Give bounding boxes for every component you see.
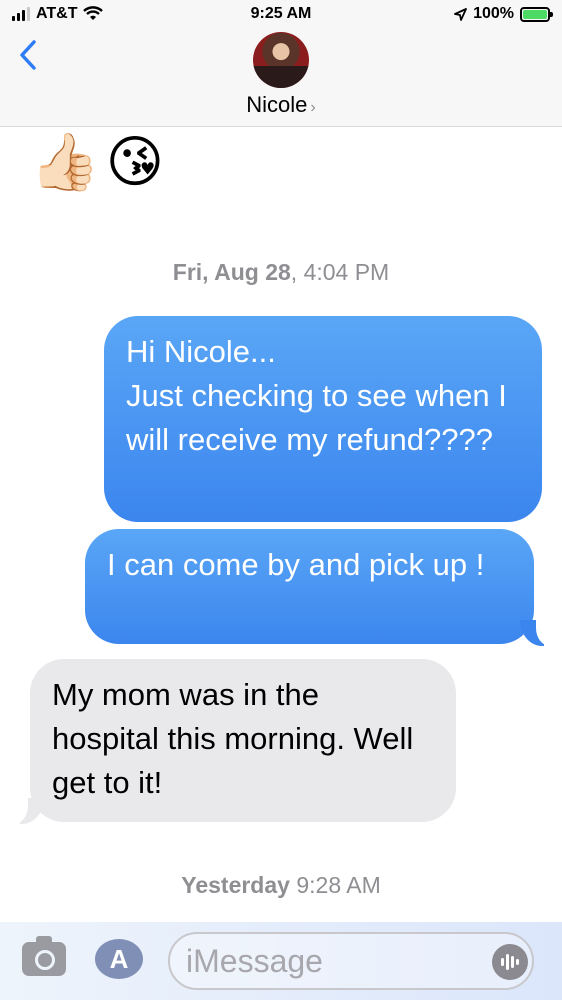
message-input-placeholder: iMessage xyxy=(186,943,323,979)
audio-waveform-icon[interactable] xyxy=(492,944,528,980)
bubble-tail xyxy=(520,620,556,646)
contact-name: Nicole xyxy=(246,92,308,117)
battery-percent: 100% xyxy=(473,5,514,22)
emoji-message[interactable]: 👍🏻 😘 xyxy=(30,130,164,194)
battery-icon xyxy=(520,6,553,22)
sent-message-bubble[interactable]: Hi Nicole... Just checking to see when I… xyxy=(104,316,542,522)
message-text: Hi Nicole... Just checking to see when I… xyxy=(126,334,507,457)
bubble-tail xyxy=(8,798,44,824)
thumbs-up-emoji: 👍🏻 xyxy=(30,130,100,193)
camera-icon[interactable] xyxy=(22,936,66,976)
message-text: My mom was in the hospital this morning.… xyxy=(52,677,414,800)
compose-bar: A iMessage xyxy=(0,922,562,1000)
timestamp-time: 4:04 PM xyxy=(303,259,390,285)
timestamp-divider: Yesterday 9:28 AM xyxy=(0,872,562,899)
kiss-emoji: 😘 xyxy=(105,130,165,193)
timestamp-time: 9:28 AM xyxy=(296,872,381,898)
contact-name-button[interactable]: Nicole › xyxy=(0,92,562,118)
contact-avatar[interactable] xyxy=(253,32,309,88)
sent-message-bubble[interactable]: I can come by and pick up ! xyxy=(85,529,534,644)
timestamp-day: Fri, Aug 28 xyxy=(172,259,291,285)
location-arrow-icon xyxy=(454,7,467,21)
chevron-left-icon[interactable] xyxy=(14,38,44,72)
timestamp-divider: Fri, Aug 28, 4:04 PM xyxy=(172,259,390,285)
timestamp-day: Yesterday xyxy=(181,872,290,898)
app-store-icon[interactable]: A xyxy=(95,939,143,979)
status-bar: AT&T 9:25 AM 100% xyxy=(0,0,562,30)
message-input[interactable]: iMessage xyxy=(168,932,534,990)
chevron-right-icon: › xyxy=(310,99,316,116)
message-text: I can come by and pick up ! xyxy=(107,547,485,582)
received-message-bubble[interactable]: My mom was in the hospital this morning.… xyxy=(30,659,456,822)
conversation-header: Nicole › xyxy=(0,30,562,127)
